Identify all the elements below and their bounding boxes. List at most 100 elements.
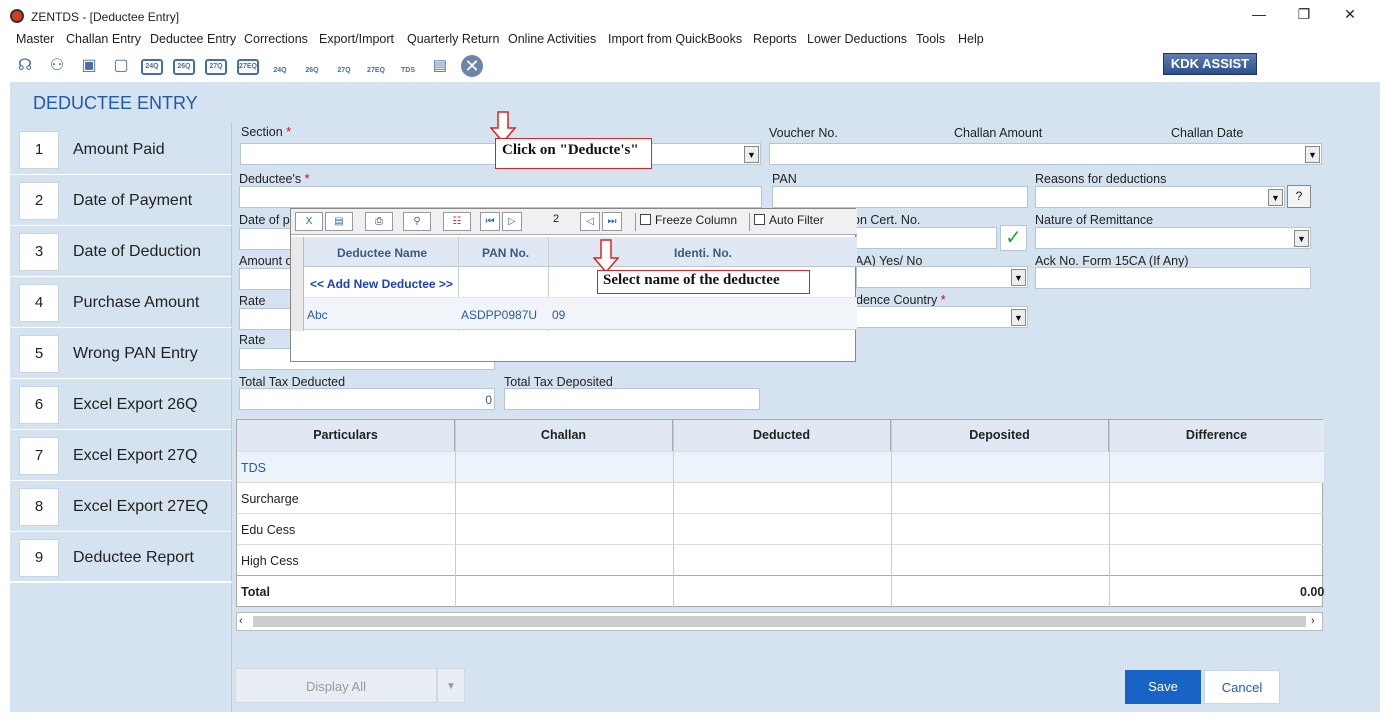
residence-select[interactable]: ▼: [856, 306, 1028, 328]
efile-27q-icon[interactable]: 27Q: [333, 55, 355, 77]
chevron-down-icon[interactable]: ▼: [744, 146, 759, 163]
checkbox-icon[interactable]: [754, 214, 765, 225]
close-circle-icon[interactable]: ✕: [461, 55, 483, 77]
col-deductee-name[interactable]: Deductee Name: [337, 246, 427, 260]
col-pan[interactable]: PAN No.: [482, 246, 529, 260]
date-field[interactable]: [239, 228, 291, 250]
menu-reports[interactable]: Reports: [753, 32, 797, 46]
menu-online-activities[interactable]: Online Activities: [508, 32, 596, 46]
table-row[interactable]: Surcharge: [237, 482, 1324, 513]
ack-field[interactable]: [1035, 267, 1311, 289]
table-row-total[interactable]: Total 0.00: [237, 575, 1324, 606]
last-page-icon[interactable]: ⏭: [602, 212, 622, 231]
cancel-button[interactable]: Cancel: [1204, 670, 1280, 704]
chevron-down-icon[interactable]: ▼: [1011, 309, 1026, 326]
menu-tools[interactable]: Tools: [916, 32, 945, 46]
aa-select[interactable]: ▼: [856, 266, 1028, 288]
deductee-row[interactable]: Abc ASDPP0987U 09: [304, 298, 857, 330]
form-27q-icon[interactable]: 27Q: [205, 59, 227, 75]
menu-corrections[interactable]: Corrections: [244, 32, 308, 46]
chevron-down-icon[interactable]: ▼: [1268, 189, 1283, 206]
hierarchy-icon[interactable]: ☷: [443, 212, 471, 231]
total-deposited-field[interactable]: [504, 388, 760, 410]
sidebar-item-wrong-pan[interactable]: 5 Wrong PAN Entry: [10, 328, 232, 379]
reasons-select[interactable]: ▼: [1035, 186, 1285, 208]
display-all-button[interactable]: Display All: [235, 668, 437, 703]
freeze-column-toggle[interactable]: Freeze Column: [635, 213, 737, 231]
sidebar-item-deductee-report[interactable]: 9 Deductee Report: [10, 532, 232, 583]
users-icon[interactable]: ☊: [14, 55, 36, 77]
sidebar-item-purchase-amount[interactable]: 4 Purchase Amount: [10, 277, 232, 328]
table-row[interactable]: TDS: [237, 451, 1324, 482]
save-button[interactable]: Save: [1125, 670, 1201, 704]
efile-26q-icon[interactable]: 26Q: [301, 55, 323, 77]
minimize-button[interactable]: —: [1244, 6, 1274, 22]
sidebar-item-date-of-payment[interactable]: 2 Date of Payment: [10, 175, 232, 226]
reasons-label: Reasons for deductions: [1035, 172, 1167, 186]
help-button[interactable]: ?: [1287, 185, 1311, 208]
export-icon[interactable]: ▤: [325, 212, 353, 231]
sidebar-item-excel-27q[interactable]: 7 Excel Export 27Q: [10, 430, 232, 481]
sidebar-num: 6: [19, 386, 59, 424]
nature-select[interactable]: ▼: [1035, 227, 1311, 249]
chevron-down-icon[interactable]: ▼: [1294, 230, 1309, 247]
menu-export-import[interactable]: Export/Import: [319, 32, 394, 46]
chevron-down-icon[interactable]: ▼: [437, 668, 465, 703]
voucher-select[interactable]: ▼: [769, 143, 1322, 165]
print-icon[interactable]: ⎙: [365, 212, 393, 231]
menu-challan-entry[interactable]: Challan Entry: [66, 32, 141, 46]
deductee-field[interactable]: [239, 186, 762, 208]
col-identi[interactable]: Identi. No.: [674, 246, 732, 260]
efile-27eq-icon[interactable]: 27EQ: [365, 55, 387, 77]
menu-quarterly-return[interactable]: Quarterly Return: [407, 32, 499, 46]
row-label: High Cess: [241, 554, 299, 568]
person-doc-icon[interactable]: ▣: [78, 55, 100, 77]
prev-page-icon[interactable]: ◁: [580, 212, 600, 231]
amount-label: Amount o: [239, 254, 293, 268]
kdk-assist-button[interactable]: KDK ASSIST: [1163, 53, 1257, 75]
scroll-right-icon[interactable]: ›: [1311, 615, 1315, 627]
amount-field[interactable]: [239, 268, 291, 290]
group-icon[interactable]: ⚇: [46, 55, 68, 77]
table-row[interactable]: High Cess: [237, 544, 1324, 575]
cert-field[interactable]: [856, 227, 997, 249]
total-deducted-field[interactable]: 0: [239, 388, 495, 410]
sidebar-item-excel-26q[interactable]: 6 Excel Export 26Q: [10, 379, 232, 430]
sidebar-item-amount-paid[interactable]: 1 Amount Paid: [10, 124, 232, 175]
menu-master[interactable]: Master: [16, 32, 54, 46]
rate-field[interactable]: [239, 308, 291, 330]
close-button[interactable]: ✕: [1335, 6, 1365, 23]
search-icon[interactable]: ⚲: [403, 212, 431, 231]
scroll-left-icon[interactable]: ‹: [239, 615, 243, 627]
menu-help[interactable]: Help: [958, 32, 984, 46]
sidebar-label: Purchase Amount: [73, 294, 200, 311]
menu-deductee-entry[interactable]: Deductee Entry: [150, 32, 236, 46]
restore-button[interactable]: ❐: [1289, 6, 1319, 23]
chevron-down-icon[interactable]: ▼: [1011, 269, 1026, 286]
form-26q-icon[interactable]: 26Q: [173, 59, 195, 75]
first-page-icon[interactable]: ⏮: [480, 212, 500, 231]
th-particulars: Particulars: [237, 420, 455, 451]
form-24q-icon[interactable]: 24Q: [141, 59, 163, 75]
person-icon[interactable]: ▢: [110, 55, 132, 77]
page-number-field[interactable]: 2: [531, 213, 576, 231]
scroll-thumb[interactable]: [253, 616, 1306, 627]
checkbox-icon[interactable]: [640, 214, 651, 225]
next-page-icon[interactable]: ▷: [502, 212, 522, 231]
tds-icon[interactable]: TDS: [397, 55, 419, 77]
sidebar-item-date-of-deduction[interactable]: 3 Date of Deduction: [10, 226, 232, 277]
menu-lower-deductions[interactable]: Lower Deductions: [807, 32, 907, 46]
pdf-icon[interactable]: ▤: [429, 55, 451, 77]
check-icon[interactable]: ✓: [1000, 225, 1027, 251]
form-27eq-icon[interactable]: 27EQ: [237, 59, 259, 75]
horizontal-scrollbar[interactable]: ‹ ›: [236, 612, 1323, 631]
auto-filter-toggle[interactable]: Auto Filter: [749, 213, 824, 231]
efile-24q-icon[interactable]: 24Q: [269, 55, 291, 77]
chevron-down-icon[interactable]: ▼: [1305, 146, 1320, 163]
pan-field[interactable]: [772, 186, 1028, 208]
sidebar-item-excel-27eq[interactable]: 8 Excel Export 27EQ: [10, 481, 232, 532]
excel-icon[interactable]: X: [295, 212, 323, 231]
menu-import-quickbooks[interactable]: Import from QuickBooks: [608, 32, 742, 46]
table-row[interactable]: Edu Cess: [237, 513, 1324, 544]
add-new-deductee-link[interactable]: << Add New Deductee >>: [310, 277, 453, 291]
